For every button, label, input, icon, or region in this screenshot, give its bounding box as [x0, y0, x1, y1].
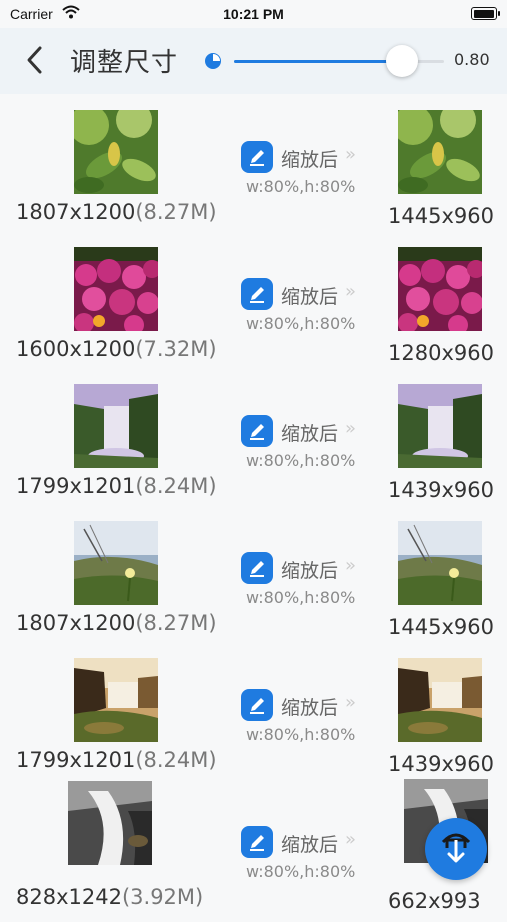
- list-item: 1799x1201(8.24M) 缩放后 » w:80%,h:80% 1439x…: [0, 648, 507, 785]
- source-dimensions: 1807x1200(8.27M): [16, 200, 217, 224]
- image-list: 1807x1200(8.27M) 缩放后 » w:80%,h:80% 1445x…: [0, 100, 507, 922]
- double-chevron-icon: »: [345, 144, 357, 165]
- green-leaves-photo[interactable]: [74, 110, 158, 194]
- waterfall-rocks-photo[interactable]: [74, 658, 158, 742]
- pink-flowers-photo[interactable]: [74, 247, 158, 331]
- scale-value: 0.80: [454, 50, 490, 69]
- battery-icon: [471, 7, 500, 20]
- stream-bw-photo[interactable]: [68, 781, 152, 865]
- scale-button[interactable]: 缩放后 »: [241, 689, 361, 721]
- edit-icon: [241, 141, 273, 173]
- save-fab-button[interactable]: [425, 818, 487, 880]
- slider-thumb[interactable]: [386, 45, 418, 77]
- scale-slider[interactable]: [232, 44, 446, 80]
- back-chevron-icon[interactable]: [22, 44, 48, 76]
- result-dimensions: 1445x960: [388, 204, 494, 228]
- source-dimensions: 1799x1201(8.24M): [16, 474, 217, 498]
- scale-percentage: w:80%,h:80%: [246, 314, 356, 333]
- list-item: 1807x1200(8.27M) 缩放后 » w:80%,h:80% 1445x…: [0, 100, 507, 237]
- list-item: 1799x1201(8.24M) 缩放后 » w:80%,h:80% 1439x…: [0, 374, 507, 511]
- edit-icon: [241, 826, 273, 858]
- meadow-flower-photo[interactable]: [74, 521, 158, 605]
- scale-button[interactable]: 缩放后 »: [241, 278, 361, 310]
- double-chevron-icon: »: [345, 692, 357, 713]
- result-dimensions: 1439x960: [388, 478, 494, 502]
- double-chevron-icon: »: [345, 281, 357, 302]
- meadow-flower-photo[interactable]: [398, 521, 482, 605]
- result-dimensions: 1439x960: [388, 752, 494, 776]
- scale-button[interactable]: 缩放后 »: [241, 415, 361, 447]
- pie-chart-icon: [204, 52, 222, 70]
- double-chevron-icon: »: [345, 555, 357, 576]
- result-dimensions: 1445x960: [388, 615, 494, 639]
- waterfall-purple-photo[interactable]: [398, 384, 482, 468]
- nav-bar: 调整尺寸 0.80: [0, 28, 507, 94]
- status-bar: Carrier 10:21 PM: [0, 0, 507, 28]
- list-item: 1807x1200(8.27M) 缩放后 » w:80%,h:80% 1445x…: [0, 511, 507, 648]
- waterfall-rocks-photo[interactable]: [398, 658, 482, 742]
- result-dimensions: 662x993: [388, 889, 481, 913]
- scale-percentage: w:80%,h:80%: [246, 862, 356, 881]
- source-dimensions: 1799x1201(8.24M): [16, 748, 217, 772]
- status-time: 10:21 PM: [223, 6, 284, 22]
- slider-fill: [234, 60, 402, 63]
- double-chevron-icon: »: [345, 418, 357, 439]
- list-item: 1600x1200(7.32M) 缩放后 » w:80%,h:80% 1280x…: [0, 237, 507, 374]
- scale-button[interactable]: 缩放后 »: [241, 141, 361, 173]
- edit-icon: [241, 552, 273, 584]
- result-dimensions: 1280x960: [388, 341, 494, 365]
- scale-percentage: w:80%,h:80%: [246, 177, 356, 196]
- scale-percentage: w:80%,h:80%: [246, 588, 356, 607]
- source-dimensions: 1600x1200(7.32M): [16, 337, 217, 361]
- source-dimensions: 1807x1200(8.27M): [16, 611, 217, 635]
- edit-icon: [241, 278, 273, 310]
- scale-button[interactable]: 缩放后 »: [241, 826, 361, 858]
- waterfall-purple-photo[interactable]: [74, 384, 158, 468]
- scale-percentage: w:80%,h:80%: [246, 451, 356, 470]
- scale-percentage: w:80%,h:80%: [246, 725, 356, 744]
- download-icon: [441, 833, 471, 863]
- source-dimensions: 828x1242(3.92M): [16, 885, 204, 909]
- double-chevron-icon: »: [345, 829, 357, 850]
- page-title: 调整尺寸: [70, 48, 179, 78]
- pink-flowers-photo[interactable]: [398, 247, 482, 331]
- scale-button[interactable]: 缩放后 »: [241, 552, 361, 584]
- edit-icon: [241, 415, 273, 447]
- edit-icon: [241, 689, 273, 721]
- green-leaves-photo[interactable]: [398, 110, 482, 194]
